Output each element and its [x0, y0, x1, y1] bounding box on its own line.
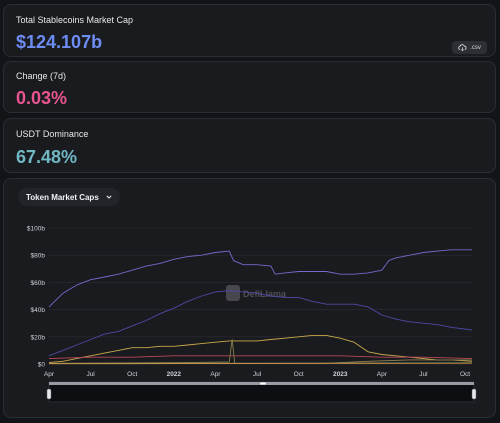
market-cap-value: $124.107b: [16, 32, 103, 52]
zoom-slider[interactable]: [46, 381, 477, 403]
series-line-7: [48, 362, 473, 365]
x-tick-label: Jul: [419, 371, 428, 378]
download-csv-button[interactable]: .csv: [452, 41, 487, 54]
x-tick-label: Jul: [253, 371, 262, 378]
cloud-download-icon: [458, 44, 467, 51]
x-tick-label: Jul: [86, 371, 95, 378]
market-cap-card: Total Stablecoins Market Cap $124.107b .…: [3, 4, 496, 57]
y-tick-label: $100b: [27, 226, 45, 233]
market-cap-label: Total Stablecoins Market Cap: [16, 15, 134, 25]
chart-series: [48, 249, 473, 365]
zoom-center-grip[interactable]: [260, 382, 266, 385]
y-tick-label: $40b: [31, 307, 46, 314]
series-line-3: [48, 334, 473, 364]
y-tick-label: $20b: [31, 334, 46, 341]
change-value: 0.03%: [16, 88, 68, 108]
x-tick-label: Apr: [44, 371, 55, 378]
zoom-left-handle[interactable]: [46, 388, 52, 400]
token-market-caps-chart: DefiLlama $0 $20b $40b $60b $80b $100b Apr Jul…: [27, 226, 477, 403]
x-tick-label: Oct: [460, 371, 470, 378]
dominance-value: 67.48%: [16, 147, 78, 167]
y-tick-label: $60b: [31, 280, 46, 287]
dominance-card: USDT Dominance 67.48%: [3, 118, 496, 173]
x-axis: Apr Jul Oct 2022 Apr Jul Oct 2023 Apr Jul Oct: [44, 371, 470, 378]
change-label: Change (7d): [16, 71, 67, 81]
y-tick-label: $80b: [31, 253, 46, 260]
defillama-logo-icon: [226, 285, 240, 301]
dominance-label: USDT Dominance: [16, 129, 89, 139]
x-tick-label: Apr: [210, 371, 221, 378]
x-tick-label: Oct: [294, 371, 304, 378]
watermark-text: DefiLlama: [243, 289, 287, 299]
csv-label: .csv: [470, 44, 481, 51]
series-line-4: [48, 355, 473, 360]
x-tick-label: 2022: [167, 371, 182, 378]
y-axis: $0 $20b $40b $60b $80b $100b: [27, 226, 45, 369]
x-tick-label: Apr: [377, 371, 388, 378]
x-tick-label: Oct: [127, 371, 137, 378]
change-card: Change (7d) 0.03%: [3, 61, 496, 113]
token-market-caps-card: Token Market Caps DefiLlama $0 $20b $40b $6…: [3, 178, 496, 418]
series-line-2: [48, 290, 473, 357]
x-tick-label: 2023: [333, 371, 348, 378]
zoom-right-handle[interactable]: [471, 388, 477, 400]
y-tick-label: $0: [38, 362, 46, 369]
